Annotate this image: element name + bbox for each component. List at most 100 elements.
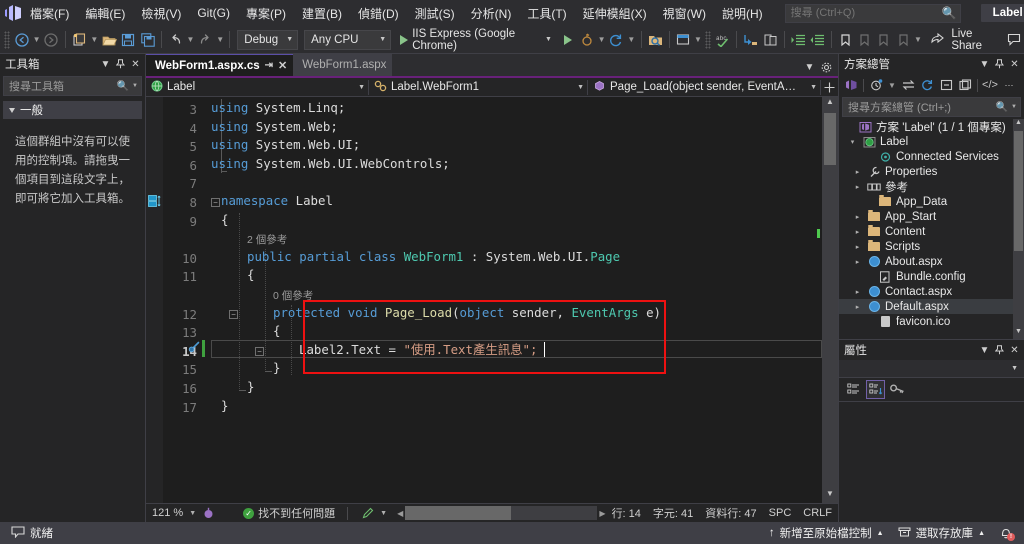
new-project-icon[interactable] bbox=[70, 28, 89, 52]
redo-dropdown-icon[interactable]: ▼ bbox=[215, 28, 225, 52]
pen-icon[interactable] bbox=[354, 504, 380, 523]
configuration-selector[interactable]: Debug ▼ bbox=[237, 29, 299, 50]
chevron-down-icon[interactable]: ▼ bbox=[977, 55, 992, 73]
code-editor[interactable]: 3 4 5 6 7 8 9 10 11 12 13 14 15 16 17 − … bbox=[146, 97, 838, 503]
scroll-down-icon[interactable]: ▼ bbox=[822, 489, 838, 503]
close-icon[interactable]: ✕ bbox=[1007, 55, 1022, 73]
undo-icon[interactable] bbox=[166, 28, 185, 52]
start-without-debugging-icon[interactable] bbox=[558, 28, 577, 52]
collapse-all-icon[interactable] bbox=[937, 76, 955, 95]
pin-icon[interactable] bbox=[992, 55, 1007, 73]
comment-icon[interactable] bbox=[761, 28, 780, 52]
toolbar-grip-2[interactable] bbox=[705, 30, 712, 49]
live-share-button[interactable]: Live Share bbox=[923, 28, 1004, 52]
refresh-icon[interactable] bbox=[918, 76, 936, 95]
menu-item-file[interactable]: 檔案(F) bbox=[22, 1, 77, 26]
menu-item-git[interactable]: Git(G) bbox=[189, 2, 238, 24]
toolbox-group-general[interactable]: 一般 bbox=[3, 101, 142, 119]
issue-status[interactable]: ✓ 找不到任何問題 bbox=[221, 504, 341, 523]
window-layout-dropdown-icon[interactable]: ▼ bbox=[693, 28, 703, 52]
codelens-class[interactable]: 2 個參考 bbox=[247, 233, 287, 247]
navbar-project-selector[interactable]: Label ▼ bbox=[146, 78, 368, 97]
select-repository-button[interactable]: 選取存放庫 ▲ bbox=[891, 522, 992, 544]
search-input[interactable] bbox=[784, 3, 961, 23]
tree-item-solution[interactable]: 方案 'Label' (1 / 1 個專案) bbox=[839, 119, 1024, 134]
solution-tree[interactable]: 方案 'Label' (1 / 1 個專案) ▾ Label Connected… bbox=[839, 119, 1024, 339]
menu-item-tools[interactable]: 工具(T) bbox=[519, 1, 574, 26]
chevron-down-icon[interactable]: ▼ bbox=[802, 58, 817, 76]
scrollbar-thumb[interactable] bbox=[824, 113, 836, 165]
toolbox-search[interactable]: 搜尋工具箱 🔍 ▼ bbox=[3, 76, 142, 96]
decrease-indent-icon[interactable] bbox=[808, 28, 827, 52]
fold-class[interactable]: − bbox=[229, 309, 238, 319]
twisty-expanded-icon[interactable]: ▾ bbox=[847, 138, 858, 146]
tab-webform1-aspx-cs[interactable]: WebForm1.aspx.cs ⇥ ✕ bbox=[146, 54, 294, 76]
pending-changes-icon[interactable] bbox=[867, 76, 885, 95]
tree-item-scripts[interactable]: ▸ Scripts bbox=[839, 239, 1024, 254]
refresh-icon[interactable] bbox=[607, 28, 626, 52]
search-in-files-icon[interactable] bbox=[645, 28, 664, 52]
tree-item-contact-aspx[interactable]: ▸ Contact.aspx bbox=[839, 284, 1024, 299]
tree-item-app-start[interactable]: ▸ App_Start bbox=[839, 209, 1024, 224]
twisty-collapsed-icon[interactable]: ▸ bbox=[852, 288, 863, 296]
split-view-icon[interactable] bbox=[821, 78, 838, 96]
code-view-icon[interactable]: </> bbox=[981, 76, 999, 95]
quick-launch-search[interactable]: 🔍 bbox=[784, 3, 961, 23]
fold-namespace[interactable]: − bbox=[211, 198, 220, 207]
vs-home-icon[interactable] bbox=[842, 76, 860, 95]
scroll-up-icon[interactable]: ▲ bbox=[1013, 119, 1024, 130]
gear-icon[interactable] bbox=[819, 58, 834, 76]
navigate-back-dropdown-icon[interactable]: ▼ bbox=[31, 28, 41, 52]
tree-item-favicon-ico[interactable]: favicon.ico bbox=[839, 314, 1024, 329]
twisty-collapsed-icon[interactable]: ▸ bbox=[852, 243, 863, 251]
menu-item-help[interactable]: 說明(H) bbox=[714, 1, 771, 26]
solution-explorer-search[interactable]: 搜尋方案總管 (Ctrl+;) 🔍 ▼ bbox=[842, 97, 1021, 117]
undo-dropdown-icon[interactable]: ▼ bbox=[185, 28, 195, 52]
twisty-collapsed-icon[interactable]: ▸ bbox=[852, 258, 863, 266]
save-icon[interactable] bbox=[119, 28, 138, 52]
line-ending-mode[interactable]: CRLF bbox=[797, 504, 838, 523]
events-key-icon[interactable] bbox=[888, 380, 907, 399]
navbar-member-selector[interactable]: Page_Load(object sender, EventArgs e) ▼ bbox=[588, 78, 820, 97]
overflow-icon[interactable]: ⋯ bbox=[1000, 76, 1018, 95]
categorized-view-icon[interactable] bbox=[844, 380, 863, 399]
code-text-area[interactable]: 3 4 5 6 7 8 9 10 11 12 13 14 15 16 17 − … bbox=[163, 97, 838, 503]
hot-reload-icon[interactable] bbox=[577, 28, 596, 52]
close-icon[interactable]: ✕ bbox=[278, 59, 287, 72]
step-into-icon[interactable] bbox=[741, 28, 760, 52]
sync-with-active-document-icon[interactable] bbox=[899, 76, 917, 95]
menu-item-debug[interactable]: 偵錯(D) bbox=[350, 1, 407, 26]
tree-item-references[interactable]: ▸ 參考 bbox=[839, 179, 1024, 194]
chevron-down-icon[interactable]: ▼ bbox=[886, 73, 898, 97]
open-file-icon[interactable] bbox=[100, 28, 119, 52]
hscroll-left-icon[interactable]: ◀ bbox=[397, 509, 403, 518]
save-all-icon[interactable] bbox=[138, 28, 157, 52]
refresh-dropdown-icon[interactable]: ▼ bbox=[626, 28, 636, 52]
chevron-down-icon[interactable]: ▼ bbox=[977, 341, 992, 359]
alphabetical-view-icon[interactable] bbox=[866, 380, 885, 399]
hot-reload-dropdown-icon[interactable]: ▼ bbox=[596, 28, 606, 52]
menu-item-view[interactable]: 檢視(V) bbox=[133, 1, 189, 26]
new-project-dropdown-icon[interactable]: ▼ bbox=[89, 28, 99, 52]
menu-item-project[interactable]: 專案(P) bbox=[238, 1, 294, 26]
close-icon[interactable]: ✕ bbox=[128, 55, 143, 73]
twisty-collapsed-icon[interactable]: ▸ bbox=[852, 303, 863, 311]
indentation-mode[interactable]: SPC bbox=[763, 504, 798, 523]
chevron-down-icon[interactable]: ▼ bbox=[189, 504, 196, 523]
toolbar-grip[interactable] bbox=[4, 30, 11, 49]
notifications-button[interactable]: ! bbox=[992, 522, 1020, 544]
tree-item-connected-services[interactable]: Connected Services bbox=[839, 149, 1024, 164]
vertical-scrollbar[interactable]: ▲ ▼ bbox=[822, 97, 838, 503]
spellcheck-icon[interactable]: abc bbox=[713, 28, 732, 52]
twisty-collapsed-icon[interactable]: ▸ bbox=[852, 228, 863, 236]
pin-icon[interactable]: ⇥ bbox=[265, 60, 273, 71]
next-bookmark-icon[interactable] bbox=[874, 28, 893, 52]
menu-item-edit[interactable]: 編輯(E) bbox=[77, 1, 133, 26]
tree-item-app-data[interactable]: App_Data bbox=[839, 194, 1024, 209]
properties-grid[interactable] bbox=[839, 402, 1024, 522]
platform-selector[interactable]: Any CPU ▼ bbox=[304, 29, 392, 50]
menu-item-build[interactable]: 建置(B) bbox=[294, 1, 350, 26]
scroll-down-icon[interactable]: ▼ bbox=[1013, 328, 1024, 339]
show-all-files-icon[interactable] bbox=[956, 76, 974, 95]
twisty-collapsed-icon[interactable]: ▸ bbox=[852, 213, 863, 221]
